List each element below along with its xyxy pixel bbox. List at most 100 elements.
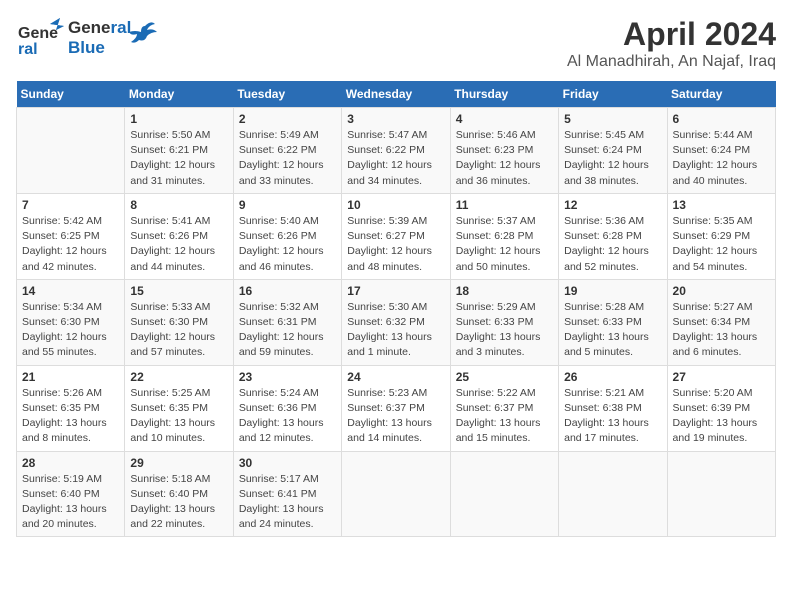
day-number: 26 — [564, 370, 661, 384]
calendar-cell: 8Sunrise: 5:41 AM Sunset: 6:26 PM Daylig… — [125, 193, 233, 279]
svg-text:ral: ral — [18, 41, 38, 58]
day-number: 27 — [673, 370, 770, 384]
calendar-week-row: 21 Sunrise: 5:26 AM Sunset: 6:35 PM Dayli… — [17, 365, 776, 451]
day-number: 15 — [130, 284, 227, 298]
day-info: Sunrise: 5:18 AM Sunset: 6:40 PM Dayligh… — [130, 472, 227, 533]
calendar-cell: 13 Sunrise: 5:35 AM Sunset: 6:29 PM Dayli… — [667, 193, 775, 279]
day-info: Sunrise: 5:47 AM Sunset: 6:22 PM Dayligh… — [347, 128, 444, 189]
day-number: 13 — [673, 198, 770, 212]
day-info: Sunrise: 5:40 AM Sunset: 6:26 PM Dayligh… — [239, 214, 336, 275]
day-info: Sunrise: 5:42 AM Sunset: 6:25 PM Dayligh… — [22, 214, 119, 275]
day-number: 2 — [239, 112, 336, 126]
calendar-header-row: SundayMondayTuesdayWednesdayThursdayFrid… — [17, 81, 776, 108]
day-info: Sunrise: 5:19 AM Sunset: 6:40 PM Dayligh… — [22, 472, 119, 533]
calendar-week-row: 28 Sunrise: 5:19 AM Sunset: 6:40 PM Dayli… — [17, 451, 776, 537]
day-info: Sunrise: 5:30 AM Sunset: 6:32 PM Dayligh… — [347, 300, 444, 361]
day-number: 20 — [673, 284, 770, 298]
calendar-cell: 11 Sunrise: 5:37 AM Sunset: 6:28 PM Dayli… — [450, 193, 558, 279]
day-number: 10 — [347, 198, 444, 212]
title-area: April 2024 Al Manadhirah, An Najaf, Iraq — [567, 16, 776, 71]
calendar-cell — [342, 451, 450, 537]
day-number: 19 — [564, 284, 661, 298]
calendar-cell: 21 Sunrise: 5:26 AM Sunset: 6:35 PM Dayli… — [17, 365, 125, 451]
day-info: Sunrise: 5:21 AM Sunset: 6:38 PM Dayligh… — [564, 386, 661, 447]
day-number: 30 — [239, 456, 336, 470]
calendar-cell — [17, 108, 125, 194]
day-number: 18 — [456, 284, 553, 298]
calendar-cell: 27Sunrise: 5:20 AM Sunset: 6:39 PM Dayli… — [667, 365, 775, 451]
calendar-cell: 10 Sunrise: 5:39 AM Sunset: 6:27 PM Dayli… — [342, 193, 450, 279]
day-info: Sunrise: 5:49 AM Sunset: 6:22 PM Dayligh… — [239, 128, 336, 189]
day-number: 3 — [347, 112, 444, 126]
weekday-header-saturday: Saturday — [667, 81, 775, 108]
calendar-cell: 14Sunrise: 5:34 AM Sunset: 6:30 PM Dayli… — [17, 279, 125, 365]
page-title: April 2024 — [567, 16, 776, 53]
bird-icon — [127, 18, 157, 48]
calendar-cell — [667, 451, 775, 537]
calendar-cell — [559, 451, 667, 537]
weekday-header-friday: Friday — [559, 81, 667, 108]
day-number: 7 — [22, 198, 119, 212]
day-info: Sunrise: 5:45 AM Sunset: 6:24 PM Dayligh… — [564, 128, 661, 189]
weekday-header-monday: Monday — [125, 81, 233, 108]
day-info: Sunrise: 5:25 AM Sunset: 6:35 PM Dayligh… — [130, 386, 227, 447]
day-info: Sunrise: 5:23 AM Sunset: 6:37 PM Dayligh… — [347, 386, 444, 447]
day-number: 25 — [456, 370, 553, 384]
calendar-cell: 18 Sunrise: 5:29 AM Sunset: 6:33 PM Dayli… — [450, 279, 558, 365]
page-subtitle: Al Manadhirah, An Najaf, Iraq — [567, 53, 776, 71]
day-info: Sunrise: 5:17 AM Sunset: 6:41 PM Dayligh… — [239, 472, 336, 533]
calendar-cell: 28 Sunrise: 5:19 AM Sunset: 6:40 PM Dayli… — [17, 451, 125, 537]
calendar-cell: 12Sunrise: 5:36 AM Sunset: 6:28 PM Dayli… — [559, 193, 667, 279]
calendar-cell: 9 Sunrise: 5:40 AM Sunset: 6:26 PM Daylig… — [233, 193, 341, 279]
day-number: 22 — [130, 370, 227, 384]
calendar-body: 1Sunrise: 5:50 AM Sunset: 6:21 PM Daylig… — [17, 108, 776, 537]
calendar-cell: 19 Sunrise: 5:28 AM Sunset: 6:33 PM Dayli… — [559, 279, 667, 365]
calendar-cell — [450, 451, 558, 537]
day-info: Sunrise: 5:24 AM Sunset: 6:36 PM Dayligh… — [239, 386, 336, 447]
day-number: 28 — [22, 456, 119, 470]
logo-line1: General — [68, 18, 131, 38]
calendar-cell: 1Sunrise: 5:50 AM Sunset: 6:21 PM Daylig… — [125, 108, 233, 194]
calendar-cell: 7 Sunrise: 5:42 AM Sunset: 6:25 PM Daylig… — [17, 193, 125, 279]
calendar-cell: 3 Sunrise: 5:47 AM Sunset: 6:22 PM Daylig… — [342, 108, 450, 194]
day-info: Sunrise: 5:37 AM Sunset: 6:28 PM Dayligh… — [456, 214, 553, 275]
day-number: 4 — [456, 112, 553, 126]
day-number: 9 — [239, 198, 336, 212]
day-number: 14 — [22, 284, 119, 298]
calendar-week-row: 14Sunrise: 5:34 AM Sunset: 6:30 PM Dayli… — [17, 279, 776, 365]
day-info: Sunrise: 5:35 AM Sunset: 6:29 PM Dayligh… — [673, 214, 770, 275]
header: Gene ral General Blue April 2024 Al Mana… — [16, 16, 776, 71]
calendar-cell: 15Sunrise: 5:33 AM Sunset: 6:30 PM Dayli… — [125, 279, 233, 365]
calendar-cell: 26 Sunrise: 5:21 AM Sunset: 6:38 PM Dayli… — [559, 365, 667, 451]
weekday-header-sunday: Sunday — [17, 81, 125, 108]
calendar-cell: 5Sunrise: 5:45 AM Sunset: 6:24 PM Daylig… — [559, 108, 667, 194]
calendar-week-row: 1Sunrise: 5:50 AM Sunset: 6:21 PM Daylig… — [17, 108, 776, 194]
logo-line2: Blue — [68, 38, 131, 58]
calendar-cell: 17 Sunrise: 5:30 AM Sunset: 6:32 PM Dayli… — [342, 279, 450, 365]
logo: Gene ral General Blue — [16, 16, 157, 60]
logo-icon: Gene ral — [16, 16, 64, 60]
calendar-cell: 2 Sunrise: 5:49 AM Sunset: 6:22 PM Daylig… — [233, 108, 341, 194]
day-info: Sunrise: 5:41 AM Sunset: 6:26 PM Dayligh… — [130, 214, 227, 275]
calendar-cell: 22 Sunrise: 5:25 AM Sunset: 6:35 PM Dayli… — [125, 365, 233, 451]
day-info: Sunrise: 5:29 AM Sunset: 6:33 PM Dayligh… — [456, 300, 553, 361]
svg-text:Gene: Gene — [18, 25, 58, 42]
calendar-cell: 29 Sunrise: 5:18 AM Sunset: 6:40 PM Dayli… — [125, 451, 233, 537]
calendar-cell: 25 Sunrise: 5:22 AM Sunset: 6:37 PM Dayli… — [450, 365, 558, 451]
day-info: Sunrise: 5:50 AM Sunset: 6:21 PM Dayligh… — [130, 128, 227, 189]
calendar-cell: 24 Sunrise: 5:23 AM Sunset: 6:37 PM Dayli… — [342, 365, 450, 451]
calendar-cell: 4Sunrise: 5:46 AM Sunset: 6:23 PM Daylig… — [450, 108, 558, 194]
day-info: Sunrise: 5:32 AM Sunset: 6:31 PM Dayligh… — [239, 300, 336, 361]
day-info: Sunrise: 5:39 AM Sunset: 6:27 PM Dayligh… — [347, 214, 444, 275]
day-number: 6 — [673, 112, 770, 126]
day-number: 17 — [347, 284, 444, 298]
day-info: Sunrise: 5:22 AM Sunset: 6:37 PM Dayligh… — [456, 386, 553, 447]
day-info: Sunrise: 5:26 AM Sunset: 6:35 PM Dayligh… — [22, 386, 119, 447]
day-number: 21 — [22, 370, 119, 384]
calendar-cell: 30 Sunrise: 5:17 AM Sunset: 6:41 PM Dayli… — [233, 451, 341, 537]
calendar-week-row: 7 Sunrise: 5:42 AM Sunset: 6:25 PM Daylig… — [17, 193, 776, 279]
day-number: 11 — [456, 198, 553, 212]
day-number: 24 — [347, 370, 444, 384]
day-info: Sunrise: 5:28 AM Sunset: 6:33 PM Dayligh… — [564, 300, 661, 361]
day-number: 29 — [130, 456, 227, 470]
